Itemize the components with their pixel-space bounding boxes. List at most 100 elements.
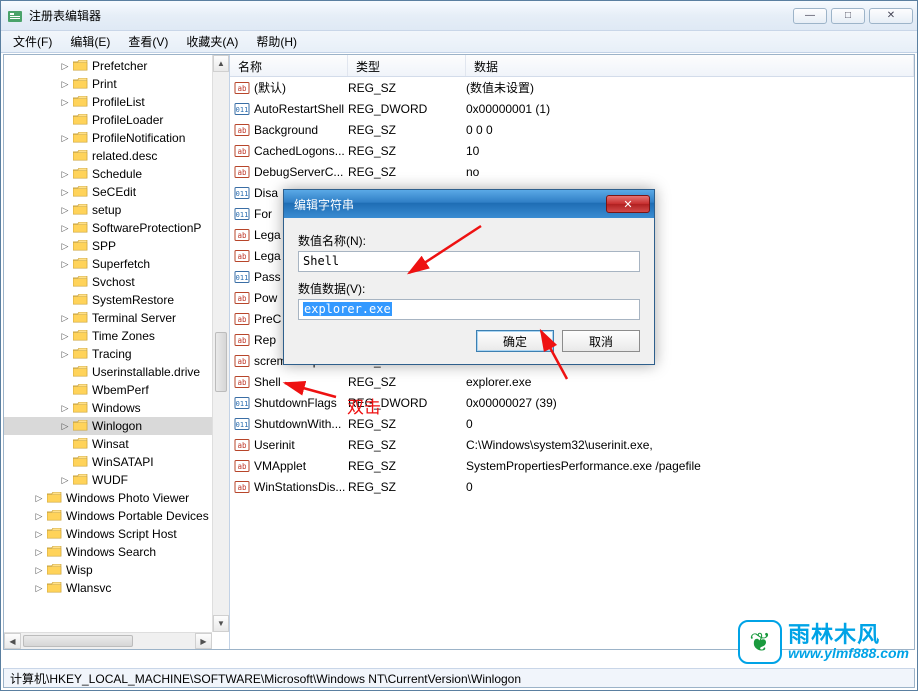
dialog-close-button[interactable]: ✕ <box>606 195 650 213</box>
tree-item[interactable]: ProfileList <box>4 93 229 111</box>
list-row[interactable]: abVMAppletREG_SZSystemPropertiesPerforma… <box>230 455 914 476</box>
list-row[interactable]: 011ShutdownWith...REG_SZ0 <box>230 413 914 434</box>
tree-item[interactable]: SPP <box>4 237 229 255</box>
expand-icon[interactable] <box>58 455 72 469</box>
minimize-button[interactable]: — <box>793 8 827 24</box>
value-data-field[interactable]: explorer.exe <box>298 299 640 320</box>
value-name-field[interactable]: Shell <box>298 251 640 272</box>
tree-item[interactable]: SoftwareProtectionP <box>4 219 229 237</box>
tree-item[interactable]: Tracing <box>4 345 229 363</box>
expand-icon[interactable] <box>58 401 72 415</box>
tree-item[interactable]: setup <box>4 201 229 219</box>
list-row[interactable]: abDebugServerC...REG_SZno <box>230 161 914 182</box>
menu-file[interactable]: 文件(F) <box>5 31 60 52</box>
tree-horizontal-scrollbar[interactable]: ◀ ▶ <box>4 632 212 649</box>
tree-vertical-scrollbar[interactable]: ▲ ▼ <box>212 55 229 632</box>
menu-help[interactable]: 帮助(H) <box>248 31 305 52</box>
expand-icon[interactable] <box>58 347 72 361</box>
expand-icon[interactable] <box>58 77 72 91</box>
menu-view[interactable]: 查看(V) <box>120 31 176 52</box>
col-header-name[interactable]: 名称 <box>230 55 348 76</box>
tree-item[interactable]: Schedule <box>4 165 229 183</box>
list-row[interactable]: abCachedLogons...REG_SZ10 <box>230 140 914 161</box>
tree-item[interactable]: Print <box>4 75 229 93</box>
expand-icon[interactable] <box>58 95 72 109</box>
expand-icon[interactable] <box>58 185 72 199</box>
expand-icon[interactable] <box>32 491 46 505</box>
tree-item[interactable]: Windows Photo Viewer <box>4 489 229 507</box>
expand-icon[interactable] <box>58 239 72 253</box>
expand-icon[interactable] <box>32 563 46 577</box>
scroll-left-button[interactable]: ◀ <box>4 633 21 649</box>
menu-fav[interactable]: 收藏夹(A) <box>178 31 246 52</box>
tree-item[interactable]: Windows Script Host <box>4 525 229 543</box>
scroll-thumb[interactable] <box>215 332 227 392</box>
expand-icon[interactable] <box>58 59 72 73</box>
expand-icon[interactable] <box>58 365 72 379</box>
tree-item[interactable]: Time Zones <box>4 327 229 345</box>
cell-name: 011ShutdownFlags <box>230 395 348 411</box>
tree-item[interactable]: SeCEdit <box>4 183 229 201</box>
folder-icon <box>73 330 88 342</box>
list-row[interactable]: ab(默认)REG_SZ(数值未设置) <box>230 77 914 98</box>
tree-item[interactable]: Userinstallable.drive <box>4 363 229 381</box>
list-row[interactable]: 011ShutdownFlagsREG_DWORD0x00000027 (39) <box>230 392 914 413</box>
hscroll-track[interactable] <box>21 633 195 649</box>
tree-item[interactable]: Wisp <box>4 561 229 579</box>
dialog-titlebar[interactable]: 编辑字符串 ✕ <box>284 190 654 218</box>
col-header-data[interactable]: 数据 <box>466 55 914 76</box>
ok-button[interactable]: 确定 <box>476 330 554 352</box>
expand-icon[interactable] <box>58 257 72 271</box>
expand-icon[interactable] <box>58 113 72 127</box>
expand-icon[interactable] <box>58 311 72 325</box>
tree-item[interactable]: Winlogon <box>4 417 229 435</box>
list-row[interactable]: abShellREG_SZexplorer.exe <box>230 371 914 392</box>
tree-item[interactable]: Prefetcher <box>4 57 229 75</box>
expand-icon[interactable] <box>58 221 72 235</box>
expand-icon[interactable] <box>32 527 46 541</box>
scroll-down-button[interactable]: ▼ <box>213 615 229 632</box>
expand-icon[interactable] <box>58 131 72 145</box>
expand-icon[interactable] <box>58 419 72 433</box>
expand-icon[interactable] <box>58 329 72 343</box>
expand-icon[interactable] <box>58 383 72 397</box>
list-row[interactable]: 011AutoRestartShellREG_DWORD0x00000001 (… <box>230 98 914 119</box>
tree-item[interactable]: SystemRestore <box>4 291 229 309</box>
scroll-right-button[interactable]: ▶ <box>195 633 212 649</box>
list-row[interactable]: abWinStationsDis...REG_SZ0 <box>230 476 914 497</box>
list-row[interactable]: abBackgroundREG_SZ0 0 0 <box>230 119 914 140</box>
close-button[interactable]: ✕ <box>869 8 913 24</box>
tree-item[interactable]: Terminal Server <box>4 309 229 327</box>
tree-item[interactable]: Windows Portable Devices <box>4 507 229 525</box>
maximize-button[interactable]: □ <box>831 8 865 24</box>
tree-item[interactable]: Wlansvc <box>4 579 229 597</box>
expand-icon[interactable] <box>58 473 72 487</box>
tree-item[interactable]: WbemPerf <box>4 381 229 399</box>
list-row[interactable]: abUserinitREG_SZC:\Windows\system32\user… <box>230 434 914 455</box>
expand-icon[interactable] <box>58 149 72 163</box>
col-header-type[interactable]: 类型 <box>348 55 466 76</box>
expand-icon[interactable] <box>32 581 46 595</box>
tree-item[interactable]: Winsat <box>4 435 229 453</box>
expand-icon[interactable] <box>58 293 72 307</box>
tree-item[interactable]: ProfileNotification <box>4 129 229 147</box>
tree-item[interactable]: WinSATAPI <box>4 453 229 471</box>
expand-icon[interactable] <box>58 167 72 181</box>
expand-icon[interactable] <box>58 437 72 451</box>
tree-item[interactable]: ProfileLoader <box>4 111 229 129</box>
cancel-button[interactable]: 取消 <box>562 330 640 352</box>
hscroll-thumb[interactable] <box>23 635 133 647</box>
tree-item[interactable]: Windows Search <box>4 543 229 561</box>
scroll-up-button[interactable]: ▲ <box>213 55 229 72</box>
expand-icon[interactable] <box>32 545 46 559</box>
tree-item[interactable]: Superfetch <box>4 255 229 273</box>
tree-item[interactable]: Svchost <box>4 273 229 291</box>
tree-item[interactable]: Windows <box>4 399 229 417</box>
expand-icon[interactable] <box>32 509 46 523</box>
expand-icon[interactable] <box>58 203 72 217</box>
tree-item[interactable]: related.desc <box>4 147 229 165</box>
expand-icon[interactable] <box>58 275 72 289</box>
tree-item[interactable]: WUDF <box>4 471 229 489</box>
menu-edit[interactable]: 编辑(E) <box>62 31 118 52</box>
scroll-track[interactable] <box>213 72 229 615</box>
